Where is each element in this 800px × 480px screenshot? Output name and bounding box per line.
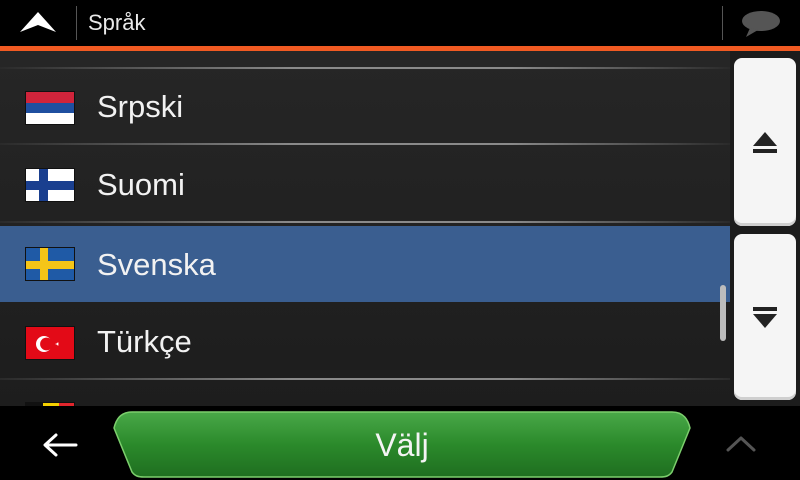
scroll-down-icon (753, 307, 777, 328)
language-label: Suomi (97, 167, 185, 202)
scroll-up-button[interactable] (734, 58, 796, 226)
top-bar: Språk (0, 0, 800, 51)
finland-flag-icon (25, 168, 75, 202)
select-button[interactable]: Välj (112, 410, 692, 478)
header-divider (76, 6, 77, 40)
select-button-label: Välj (375, 427, 429, 463)
list-item-svenska[interactable]: Svenska (0, 226, 730, 302)
language-list[interactable]: Srpski Suomi Svenska Türkçe (0, 51, 730, 406)
list-separator (0, 143, 730, 145)
home-arrow-icon[interactable] (18, 10, 58, 36)
list-item-vlaams[interactable]: Vl (0, 382, 730, 406)
page-title: Språk (88, 10, 146, 35)
language-label: Svenska (97, 247, 216, 282)
language-label: Srpski (97, 89, 184, 124)
sweden-flag-icon (25, 247, 75, 281)
bottom-bar: Välj (0, 406, 800, 480)
speech-bubble-icon[interactable] (738, 8, 784, 40)
list-separator (0, 221, 730, 223)
serbia-flag-icon (25, 91, 75, 125)
scroll-up-icon (753, 132, 777, 153)
list-item-suomi[interactable]: Suomi (0, 147, 730, 223)
scroll-down-button[interactable] (734, 234, 796, 400)
language-label: Türkçe (97, 324, 192, 359)
list-separator (0, 378, 730, 380)
list-item-turkce[interactable]: Türkçe (0, 304, 730, 380)
list-item-srpski[interactable]: Srpski (0, 69, 730, 145)
header-divider (722, 6, 723, 40)
chevron-up-icon[interactable] (724, 432, 758, 454)
turkey-flag-icon (25, 326, 75, 360)
scrollbar-thumb[interactable] (720, 285, 726, 341)
back-arrow-icon[interactable] (40, 430, 80, 460)
